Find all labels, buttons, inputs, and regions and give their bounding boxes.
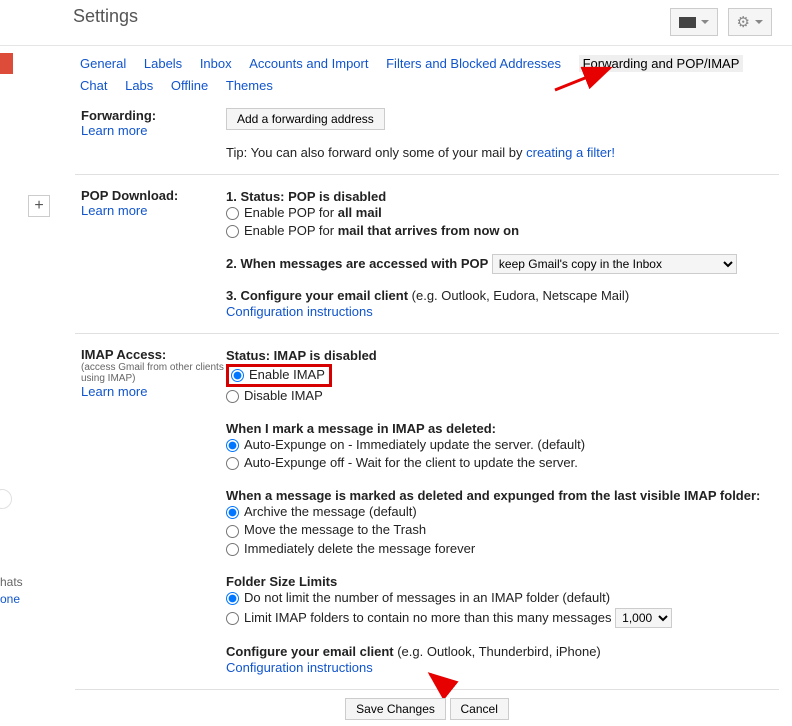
delete-text: Immediately delete the message forever	[244, 541, 475, 556]
archive-radio[interactable]	[226, 506, 239, 519]
forwarding-tip-text: Tip: You can also forward only some of y…	[226, 145, 526, 160]
pop-learn-more[interactable]: Learn more	[81, 203, 147, 218]
forwarding-section: Forwarding: Learn more Add a forwarding …	[75, 95, 779, 175]
create-filter-link[interactable]: creating a filter!	[526, 145, 615, 160]
forwarding-learn-more[interactable]: Learn more	[81, 123, 147, 138]
imap-deleted-label: When I mark a message in IMAP as deleted…	[226, 421, 773, 436]
keyboard-icon	[679, 17, 696, 28]
tab-offline[interactable]: Offline	[171, 78, 208, 93]
pop-enable-all-text: Enable POP for	[244, 205, 338, 220]
imap-config-link[interactable]: Configuration instructions	[226, 660, 373, 675]
pop-enable-all-radio[interactable]	[226, 207, 239, 220]
truncated-link-one[interactable]: one	[0, 592, 20, 606]
folder-limits-label: Folder Size Limits	[226, 574, 773, 589]
enable-imap-highlight: Enable IMAP	[226, 364, 332, 387]
pop-access-select[interactable]: keep Gmail's copy in the Inbox	[492, 254, 737, 274]
imap-sub: (access Gmail from other clients using I…	[81, 362, 226, 384]
pop-configure-eg: (e.g. Outlook, Eudora, Netscape Mail)	[412, 288, 630, 303]
tab-chat[interactable]: Chat	[80, 78, 107, 93]
imap-configure-eg: (e.g. Outlook, Thunderbird, iPhone)	[397, 644, 601, 659]
truncated-text-hats: hats	[0, 575, 23, 589]
disable-imap-radio[interactable]	[226, 390, 239, 403]
chevron-down-icon	[755, 20, 763, 24]
expunge-on-radio[interactable]	[226, 439, 239, 452]
tab-inbox[interactable]: Inbox	[200, 56, 232, 71]
imap-status-value: IMAP is disabled	[274, 348, 377, 363]
tab-accounts[interactable]: Accounts and Import	[249, 56, 368, 71]
tab-filters[interactable]: Filters and Blocked Addresses	[386, 56, 561, 71]
forwarding-label: Forwarding:	[81, 108, 226, 123]
enable-imap-radio[interactable]	[231, 369, 244, 382]
save-changes-button[interactable]: Save Changes	[345, 698, 446, 720]
gear-icon	[737, 13, 750, 31]
imap-learn-more[interactable]: Learn more	[81, 384, 147, 399]
imap-section: IMAP Access: (access Gmail from other cl…	[75, 334, 779, 690]
pop-section: POP Download: Learn more 1. Status: POP …	[75, 175, 779, 334]
tab-general[interactable]: General	[80, 56, 126, 71]
add-button[interactable]: +	[28, 195, 50, 217]
delete-radio[interactable]	[226, 543, 239, 556]
avatar-edge	[0, 489, 12, 509]
tab-labs[interactable]: Labs	[125, 78, 153, 93]
cancel-button[interactable]: Cancel	[450, 698, 509, 720]
pop-enable-now-bold: mail that arrives from now on	[338, 223, 519, 238]
limit-text: Limit IMAP folders to contain no more th…	[244, 610, 612, 625]
pop-label: POP Download:	[81, 188, 226, 203]
settings-gear-button[interactable]	[728, 8, 772, 36]
add-forwarding-button[interactable]: Add a forwarding address	[226, 108, 385, 130]
pop-enable-all-bold: all mail	[338, 205, 382, 220]
expunge-on-text: Auto-Expunge on - Immediately update the…	[244, 437, 585, 452]
tab-themes[interactable]: Themes	[226, 78, 273, 93]
trash-radio[interactable]	[226, 525, 239, 538]
page-title: Settings	[73, 6, 138, 26]
imap-expunged-label: When a message is marked as deleted and …	[226, 488, 773, 503]
header-divider	[0, 45, 792, 46]
pop-status-label: 1. Status:	[226, 189, 288, 204]
disable-imap-text: Disable IMAP	[244, 388, 323, 403]
no-limit-radio[interactable]	[226, 592, 239, 605]
expunge-off-text: Auto-Expunge off - Wait for the client t…	[244, 455, 578, 470]
no-limit-text: Do not limit the number of messages in a…	[244, 590, 610, 605]
pop-enable-now-text: Enable POP for	[244, 223, 338, 238]
input-tools-button[interactable]	[670, 8, 718, 36]
trash-text: Move the message to the Trash	[244, 522, 426, 537]
enable-imap-text: Enable IMAP	[249, 367, 325, 382]
pop-access-label: 2. When messages are accessed with POP	[226, 256, 488, 271]
archive-text: Archive the message (default)	[244, 504, 417, 519]
imap-label: IMAP Access:	[81, 347, 226, 362]
pop-status-value: POP is disabled	[288, 189, 386, 204]
expunge-off-radio[interactable]	[226, 457, 239, 470]
chevron-down-icon	[701, 20, 709, 24]
limit-radio[interactable]	[226, 612, 239, 625]
pop-enable-now-radio[interactable]	[226, 225, 239, 238]
imap-configure-label: Configure your email client	[226, 644, 397, 659]
limit-select[interactable]: 1,000	[615, 608, 672, 628]
pop-configure-label: 3. Configure your email client	[226, 288, 412, 303]
tab-forwarding[interactable]: Forwarding and POP/IMAP	[579, 55, 744, 72]
imap-status-label: Status:	[226, 348, 274, 363]
compose-indicator	[0, 53, 13, 74]
pop-config-link[interactable]: Configuration instructions	[226, 304, 373, 319]
tab-labels[interactable]: Labels	[144, 56, 182, 71]
